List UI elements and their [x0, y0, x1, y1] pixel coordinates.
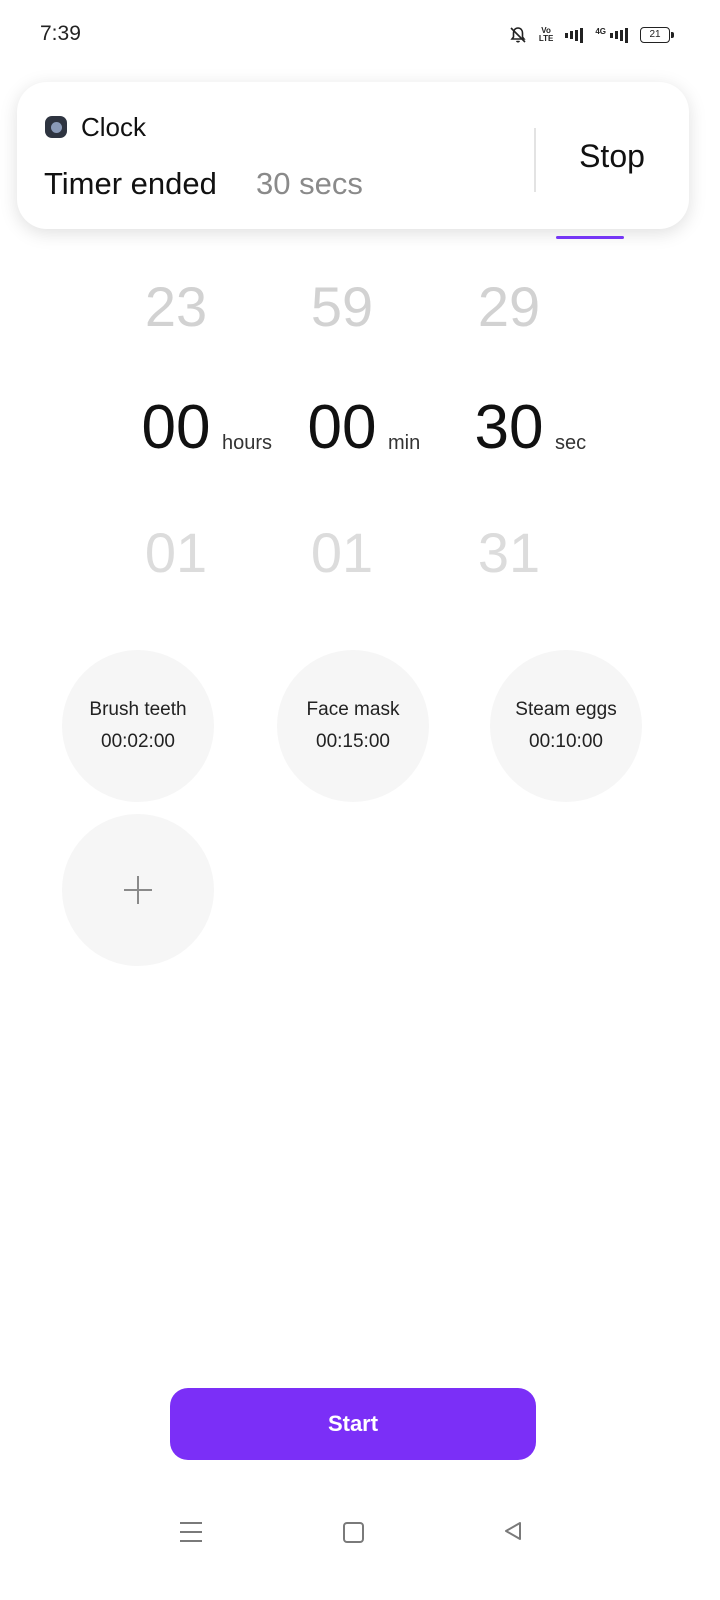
preset-time: 00:15:00 [316, 731, 390, 752]
preset-name: Brush teeth [89, 699, 187, 720]
signal-4g-icon: 4G [595, 27, 628, 43]
hours-prev-value[interactable]: 23 [106, 274, 246, 339]
signal-icon [565, 27, 584, 43]
battery-level: 21 [649, 29, 661, 40]
preset-time: 00:10:00 [529, 731, 603, 752]
network-type-label: 4G [595, 27, 606, 36]
status-bar: 7:39 Vo LTE 4G 21 [0, 0, 720, 70]
menu-icon[interactable] [180, 1522, 202, 1542]
hours-unit-label: hours [222, 432, 273, 454]
navigation-bar [0, 1500, 720, 1560]
volte-icon: Vo LTE [539, 27, 554, 43]
notification-app-name: Clock [81, 112, 147, 142]
hours-picker[interactable]: 23 00 01 [106, 270, 246, 590]
home-icon[interactable] [343, 1522, 364, 1543]
add-preset-button[interactable] [62, 814, 214, 966]
clock-app-icon [45, 116, 67, 138]
seconds-unit-label: sec [555, 432, 587, 454]
preset-time: 00:02:00 [101, 731, 175, 752]
preset-face-mask[interactable]: Face mask 00:15:00 [277, 650, 429, 802]
notification-divider [534, 128, 536, 192]
preset-name: Face mask [306, 699, 400, 720]
minutes-next-value[interactable]: 01 [272, 520, 412, 585]
battery-icon: 21 [640, 27, 674, 43]
minutes-prev-value[interactable]: 59 [272, 274, 412, 339]
back-icon[interactable] [502, 1520, 524, 1547]
seconds-prev-value[interactable]: 29 [439, 274, 579, 339]
preset-name: Steam eggs [515, 699, 617, 720]
preset-brush-teeth[interactable]: Brush teeth 00:02:00 [62, 650, 214, 802]
volte-bottom-label: LTE [538, 34, 554, 43]
stop-button[interactable]: Stop [562, 138, 662, 175]
status-icons: Vo LTE 4G 21 [509, 24, 674, 46]
start-button[interactable]: Start [170, 1388, 536, 1460]
status-time: 7:39 [40, 22, 81, 45]
seconds-picker[interactable]: 29 30 31 [439, 270, 579, 590]
timer-notification[interactable]: Clock Timer ended 30 secs Stop [17, 82, 689, 229]
minutes-unit-label: min [388, 432, 421, 454]
seconds-next-value[interactable]: 31 [439, 520, 579, 585]
active-tab-indicator [556, 236, 624, 239]
notification-duration: 30 secs [256, 166, 363, 201]
notification-title: Timer ended [44, 166, 217, 201]
minutes-picker[interactable]: 59 00 01 [272, 270, 412, 590]
hours-next-value[interactable]: 01 [106, 520, 246, 585]
mute-bell-icon [509, 26, 527, 44]
preset-steam-eggs[interactable]: Steam eggs 00:10:00 [490, 650, 642, 802]
